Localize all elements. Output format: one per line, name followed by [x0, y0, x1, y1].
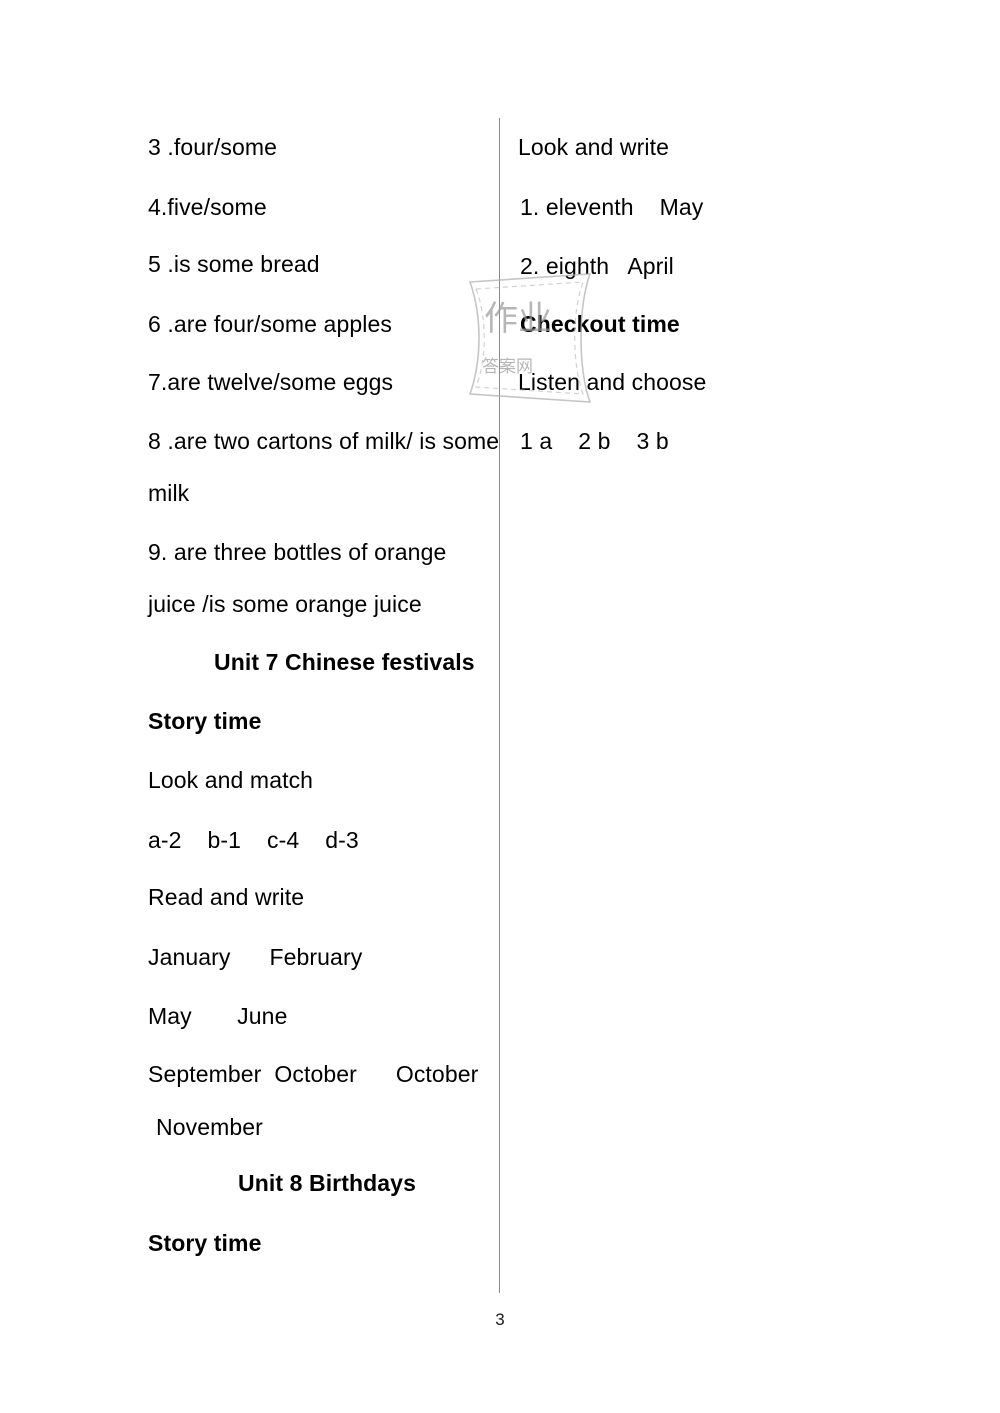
text-line: 3 .four/some	[148, 134, 278, 160]
text-line: Look and match	[148, 767, 314, 793]
text-line: Unit 8 Birthdays	[238, 1170, 416, 1196]
text-line: 7.are twelve/some eggs	[148, 369, 394, 395]
document-page: 3 .four/some 4.five/some 5 .is some bread 6…	[0, 0, 1000, 1413]
text-line: 2. eighth April	[520, 253, 674, 279]
text-line: January February	[148, 944, 363, 970]
text-line: Story time	[148, 708, 262, 734]
text-line: Look and write	[518, 134, 669, 160]
text-line: September October October	[148, 1061, 479, 1087]
text-line: a-2 b-1 c-4 d-3	[148, 827, 359, 853]
text-line: 5 .is some bread	[148, 251, 320, 277]
text-line: Unit 7 Chinese festivals	[214, 649, 475, 675]
text-line: May June	[148, 1003, 288, 1029]
text-line: 1 a 2 b 3 b	[520, 428, 669, 454]
text-line: Listen and choose	[518, 369, 707, 395]
text-line: 6 .are four/some apples	[148, 311, 392, 337]
text-line: milk	[148, 480, 190, 506]
text-line: Checkout time	[520, 311, 680, 337]
text-line: Read and write	[148, 884, 305, 910]
text-line: 8 .are two cartons of milk/ is some	[148, 428, 500, 454]
text-line: 4.five/some	[148, 194, 267, 220]
column-divider	[499, 118, 500, 1293]
text-line: juice /is some orange juice	[148, 591, 422, 617]
text-line: Story time	[148, 1230, 262, 1256]
page-number: 3	[495, 1310, 505, 1329]
text-line: November	[156, 1114, 263, 1140]
text-line: 1. eleventh May	[520, 194, 704, 220]
text-line: 9. are three bottles of orange	[148, 539, 447, 565]
